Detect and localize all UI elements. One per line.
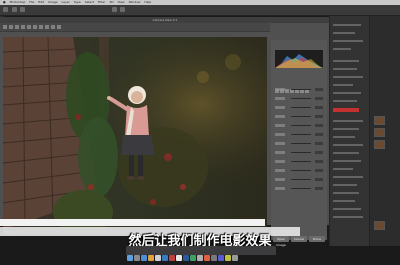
panel-row[interactable] <box>333 32 355 34</box>
photo-image <box>3 37 267 230</box>
selected-row-highlight[interactable] <box>333 108 359 112</box>
zoom-icon[interactable] <box>3 25 7 29</box>
histogram <box>275 50 323 68</box>
photo-preview[interactable] <box>3 37 267 230</box>
menu-layer[interactable]: Layer <box>61 0 69 4</box>
red-eye-icon[interactable] <box>45 25 49 29</box>
color-sampler-icon[interactable] <box>21 25 25 29</box>
panel-row[interactable] <box>333 84 353 86</box>
options-bar <box>0 5 400 16</box>
app-icon[interactable] <box>162 255 168 261</box>
hand-icon[interactable] <box>9 25 13 29</box>
app-icon[interactable] <box>190 255 196 261</box>
option-icon[interactable] <box>20 7 25 12</box>
history-panel <box>369 16 400 246</box>
layer-thumbnail[interactable] <box>374 128 385 137</box>
graduated-filter-icon[interactable] <box>57 25 61 29</box>
panel-row[interactable] <box>333 48 351 50</box>
option-icon[interactable] <box>12 7 17 12</box>
panel-row[interactable] <box>333 144 363 146</box>
launchpad-icon[interactable] <box>134 255 140 261</box>
spot-removal-icon[interactable] <box>39 25 43 29</box>
slider-row[interactable] <box>275 133 323 138</box>
slider-row[interactable] <box>275 187 323 192</box>
panel-row[interactable] <box>333 176 363 178</box>
app-icon[interactable] <box>169 255 175 261</box>
menu-filter[interactable]: Filter <box>98 0 105 4</box>
safari-icon[interactable] <box>141 255 147 261</box>
panel-row[interactable] <box>333 192 359 194</box>
slider-row[interactable] <box>275 106 323 111</box>
layer-thumbnail[interactable] <box>374 221 385 230</box>
app-icon[interactable] <box>218 255 224 261</box>
menu-view[interactable]: View <box>118 0 125 4</box>
panel-row[interactable] <box>333 60 359 62</box>
app-icon[interactable] <box>225 255 231 261</box>
slider-row[interactable] <box>275 160 323 165</box>
app-icon[interactable] <box>197 255 203 261</box>
slider-row[interactable] <box>275 115 323 120</box>
menu-image[interactable]: Image <box>48 0 57 4</box>
app-icon[interactable] <box>148 255 154 261</box>
panel-row[interactable] <box>333 128 359 130</box>
panel-row[interactable] <box>333 24 361 26</box>
panel-row[interactable] <box>333 76 363 78</box>
app-icon[interactable] <box>211 255 217 261</box>
panel-row[interactable] <box>333 100 357 102</box>
menu-file[interactable]: File <box>29 0 34 4</box>
option-icon[interactable] <box>112 7 117 12</box>
app-icon[interactable] <box>204 255 210 261</box>
panel-row[interactable] <box>333 200 355 202</box>
brush-icon[interactable] <box>51 25 55 29</box>
menu-3d[interactable]: 3D <box>109 0 113 4</box>
camera-raw-dialog: Camera Raw 9.1 Open Image Cancel Done <box>0 17 330 247</box>
finder-icon[interactable] <box>127 255 133 261</box>
white-balance-icon[interactable] <box>15 25 19 29</box>
tool-preset-icon[interactable] <box>3 7 8 12</box>
panel-row[interactable] <box>333 120 363 122</box>
slider-row[interactable] <box>275 88 323 93</box>
app-icon[interactable] <box>176 255 182 261</box>
slider-row[interactable] <box>275 169 323 174</box>
layer-thumbnail[interactable] <box>374 140 385 149</box>
menu-photoshop[interactable]: Photoshop <box>10 0 26 4</box>
panel-tabs <box>275 78 323 93</box>
panel-row[interactable] <box>333 216 363 218</box>
panel-row[interactable] <box>333 184 357 186</box>
slider-row[interactable] <box>275 151 323 156</box>
dialog-toolbar <box>0 23 270 32</box>
panel-row[interactable] <box>333 160 361 162</box>
slider-row[interactable] <box>275 178 323 183</box>
menu-type[interactable]: Type <box>74 0 81 4</box>
slider-row[interactable] <box>275 97 323 102</box>
adjustments-panel: Open Image Cancel Done <box>271 40 327 247</box>
crop-icon[interactable] <box>27 25 31 29</box>
layer-thumbnail[interactable] <box>374 116 385 125</box>
menu-help[interactable]: Help <box>144 0 151 4</box>
straighten-icon[interactable] <box>33 25 37 29</box>
histogram-icon <box>275 54 323 68</box>
apple-icon[interactable]: ● <box>3 0 6 4</box>
trash-icon[interactable] <box>232 255 238 261</box>
photoshop-icon[interactable] <box>183 255 189 261</box>
panel-row[interactable] <box>333 152 359 154</box>
panel-row[interactable] <box>333 208 361 210</box>
panel-row[interactable] <box>333 68 357 70</box>
panel-row[interactable] <box>333 40 363 42</box>
menu-select[interactable]: Select <box>85 0 94 4</box>
panel-row[interactable] <box>333 168 353 170</box>
background-window-strip <box>0 219 265 226</box>
menu-window[interactable]: Window <box>129 0 141 4</box>
option-icon[interactable] <box>120 7 125 12</box>
panel-row[interactable] <box>333 92 361 94</box>
panel-row[interactable] <box>333 136 355 138</box>
slider-row[interactable] <box>275 142 323 147</box>
menu-edit[interactable]: Edit <box>38 0 44 4</box>
app-icon[interactable] <box>155 255 161 261</box>
slider-list <box>275 88 323 196</box>
slider-row[interactable] <box>275 124 323 129</box>
layers-panel <box>329 16 370 246</box>
dock-icons <box>126 246 276 261</box>
